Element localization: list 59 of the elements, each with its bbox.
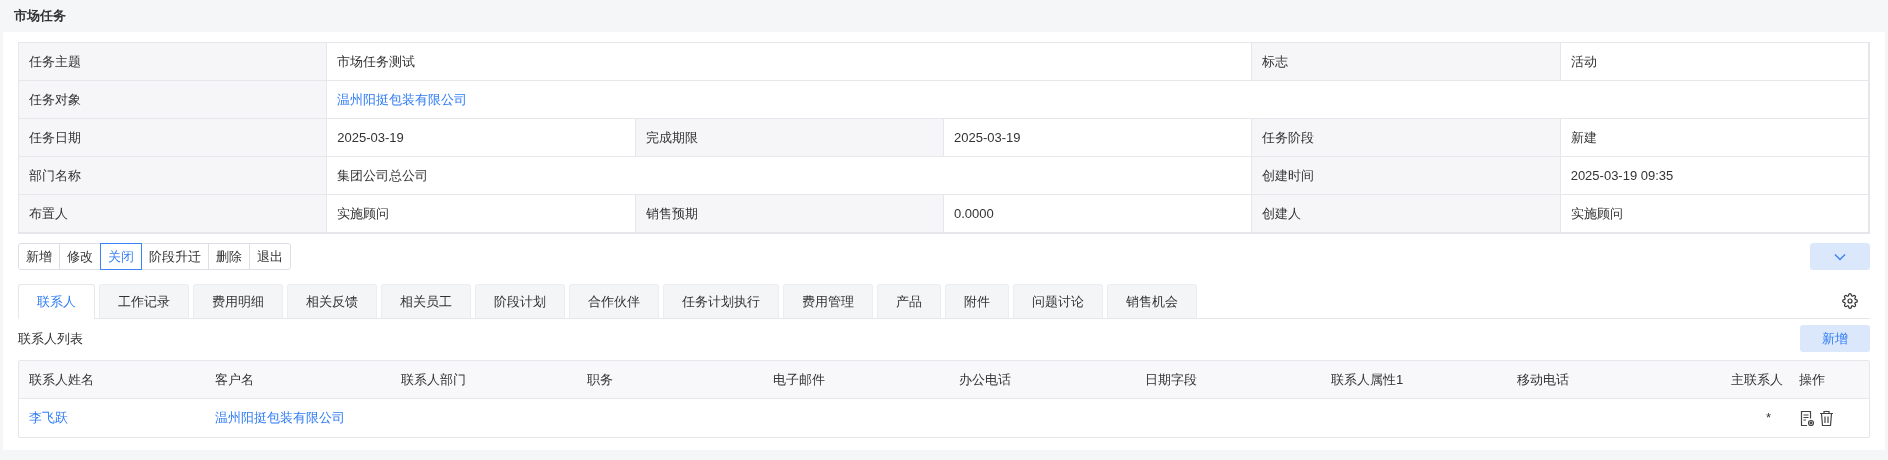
column-header: 联系人姓名 (28, 370, 95, 389)
tab[interactable]: 相关反馈 (287, 284, 377, 318)
tab[interactable]: 问题讨论 (1013, 284, 1103, 318)
column-header: 操作 (1798, 370, 1826, 389)
tab[interactable]: 相关员工 (381, 284, 471, 318)
column-header: 办公电话 (958, 370, 1012, 389)
field-label: 创建人 (1252, 195, 1561, 233)
settings-icon[interactable] (1842, 293, 1858, 309)
field-value: 2025-03-19 (944, 119, 1253, 157)
tab[interactable]: 合作伙伴 (569, 284, 659, 318)
customer-link[interactable]: 温州阳挺包装有限公司 (215, 408, 345, 428)
field-label: 部门名称 (19, 157, 328, 195)
action-button[interactable]: 删除 (208, 243, 250, 270)
field-label: 任务阶段 (1252, 119, 1561, 157)
field-label: 任务对象 (19, 81, 328, 119)
tab[interactable]: 附件 (945, 284, 1009, 318)
tab[interactable]: 费用管理 (783, 284, 873, 318)
tab[interactable]: 费用明细 (193, 284, 283, 318)
tab[interactable]: 阶段计划 (475, 284, 565, 318)
field-value: 2025-03-19 (327, 119, 636, 157)
primary-mark: * (1765, 409, 1771, 428)
tab[interactable]: 工作记录 (99, 284, 189, 318)
field-value: 市场任务测试 (327, 43, 1253, 81)
column-header: 日期字段 (1144, 370, 1198, 389)
field-value: 2025-03-19 09:35 (1560, 157, 1869, 195)
contact-link[interactable]: 李飞跃 (29, 408, 68, 428)
section-title: 联系人列表 (18, 329, 83, 348)
field-label: 任务主题 (19, 43, 328, 81)
action-button[interactable]: 新增 (18, 243, 60, 270)
field-label: 销售预期 (635, 195, 944, 233)
field-value: 活动 (1560, 43, 1869, 81)
action-button[interactable]: 退出 (249, 243, 291, 270)
field-label: 任务日期 (19, 119, 328, 157)
field-label: 标志 (1252, 43, 1561, 81)
column-header: 电子邮件 (772, 370, 826, 389)
field-label: 完成期限 (635, 119, 944, 157)
tab[interactable]: 任务计划执行 (663, 284, 779, 318)
tab[interactable]: 产品 (877, 284, 941, 318)
chevron-down-icon (1834, 252, 1846, 261)
column-header: 客户名 (214, 370, 255, 389)
column-header: 移动电话 (1516, 370, 1570, 389)
tab[interactable]: 联系人 (18, 284, 95, 319)
action-button[interactable]: 关闭 (100, 243, 142, 270)
tab[interactable]: 销售机会 (1107, 284, 1197, 318)
column-header: 职务 (586, 370, 614, 389)
column-header: 主联系人 (1731, 370, 1784, 389)
column-header: 联系人属性1 (1330, 370, 1405, 389)
field-value: 实施顾问 (1560, 195, 1869, 233)
action-button[interactable]: 修改 (59, 243, 101, 270)
view-document-icon[interactable] (1799, 409, 1815, 427)
column-header: 联系人部门 (400, 370, 467, 389)
action-button[interactable]: 阶段升迁 (141, 243, 209, 270)
field-value: 新建 (1560, 119, 1869, 157)
field-value: 0.0000 (944, 195, 1253, 233)
field-label: 布置人 (19, 195, 328, 233)
field-value: 实施顾问 (327, 195, 636, 233)
trash-icon[interactable] (1819, 409, 1834, 427)
field-label: 创建时间 (1252, 157, 1561, 195)
page-title: 市场任务 (14, 7, 66, 26)
